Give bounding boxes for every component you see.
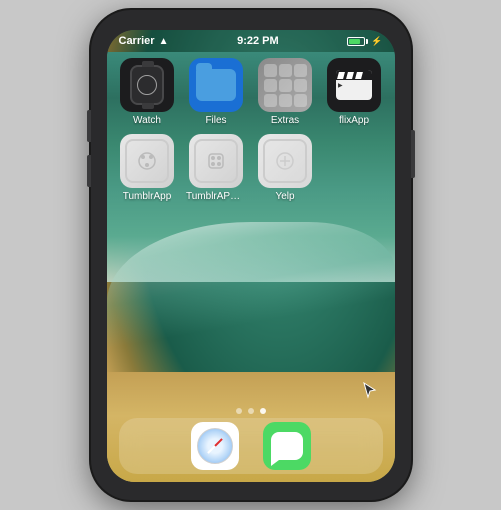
- extras-label: Extras: [271, 115, 299, 126]
- battery-icon: [347, 37, 368, 46]
- clapboard-body: ▶: [336, 80, 372, 91]
- watch-icon: [120, 58, 174, 112]
- power-button[interactable]: [411, 130, 415, 178]
- page-dot-3[interactable]: [260, 408, 266, 414]
- dock-safari[interactable]: [191, 422, 239, 470]
- tumblr-pattern: [120, 134, 174, 188]
- extras-grid: [260, 60, 311, 111]
- watch-face: [130, 65, 164, 105]
- tumblr-icon: [120, 134, 174, 188]
- phone-screen: Carrier ▲ 9:22 PM ⚡: [107, 30, 395, 482]
- status-time: 9:22 PM: [237, 35, 279, 47]
- app-files[interactable]: Files: [186, 58, 247, 126]
- app-yelp[interactable]: Yelp: [255, 134, 316, 202]
- tumblrapp2-icon: [189, 134, 243, 188]
- wallpaper-wave: [107, 222, 395, 382]
- tumblr-inner-2: [194, 139, 238, 183]
- bolt-icon: ⚡: [371, 36, 382, 47]
- safari-compass: [197, 428, 233, 464]
- files-label: Files: [205, 115, 226, 126]
- tumblrapp2-label: TumblrAPP_E...: [186, 191, 246, 202]
- folder-shape: [196, 69, 236, 101]
- files-icon: [189, 58, 243, 112]
- status-battery: ⚡: [347, 36, 382, 47]
- volume-down-button[interactable]: [87, 155, 91, 187]
- phone-frame: Carrier ▲ 9:22 PM ⚡: [91, 10, 411, 500]
- dock-messages[interactable]: [263, 422, 311, 470]
- extras-icon: [258, 58, 312, 112]
- page-dot-2[interactable]: [248, 408, 254, 414]
- app-watch[interactable]: Watch: [117, 58, 178, 126]
- compass-needle: [207, 438, 223, 454]
- yelp-icon: [258, 134, 312, 188]
- yelp-label: Yelp: [275, 191, 294, 202]
- wifi-icon: ▲: [159, 36, 169, 47]
- yelp-pattern: [258, 134, 312, 188]
- dock: [119, 418, 383, 474]
- flix-icon: ▶: [327, 58, 381, 112]
- needle-white: [207, 445, 215, 453]
- yelp-inner: [263, 139, 307, 183]
- tumblr-label: TumblrApp: [123, 191, 172, 202]
- tumblr-inner: [125, 139, 169, 183]
- clapboard: ▶: [336, 70, 372, 100]
- message-bubble: [271, 432, 303, 460]
- watch-label: Watch: [133, 115, 161, 126]
- app-extras[interactable]: Extras: [255, 58, 316, 126]
- status-carrier: Carrier ▲: [119, 35, 169, 47]
- app-flix[interactable]: ▶ flixApp: [324, 58, 385, 126]
- watch-hands: [137, 75, 157, 95]
- page-dot-1[interactable]: [236, 408, 242, 414]
- status-bar: Carrier ▲ 9:22 PM ⚡: [107, 30, 395, 52]
- page-dots: [107, 408, 395, 414]
- flix-label: flixApp: [339, 115, 369, 126]
- carrier-label: Carrier: [119, 35, 155, 47]
- apps-grid: Watch Files: [117, 58, 385, 202]
- tumblr-pattern-2: [189, 134, 243, 188]
- app-tumblrapp2[interactable]: TumblrAPP_E...: [186, 134, 247, 202]
- volume-up-button[interactable]: [87, 110, 91, 142]
- app-tumblr[interactable]: TumblrApp: [117, 134, 178, 202]
